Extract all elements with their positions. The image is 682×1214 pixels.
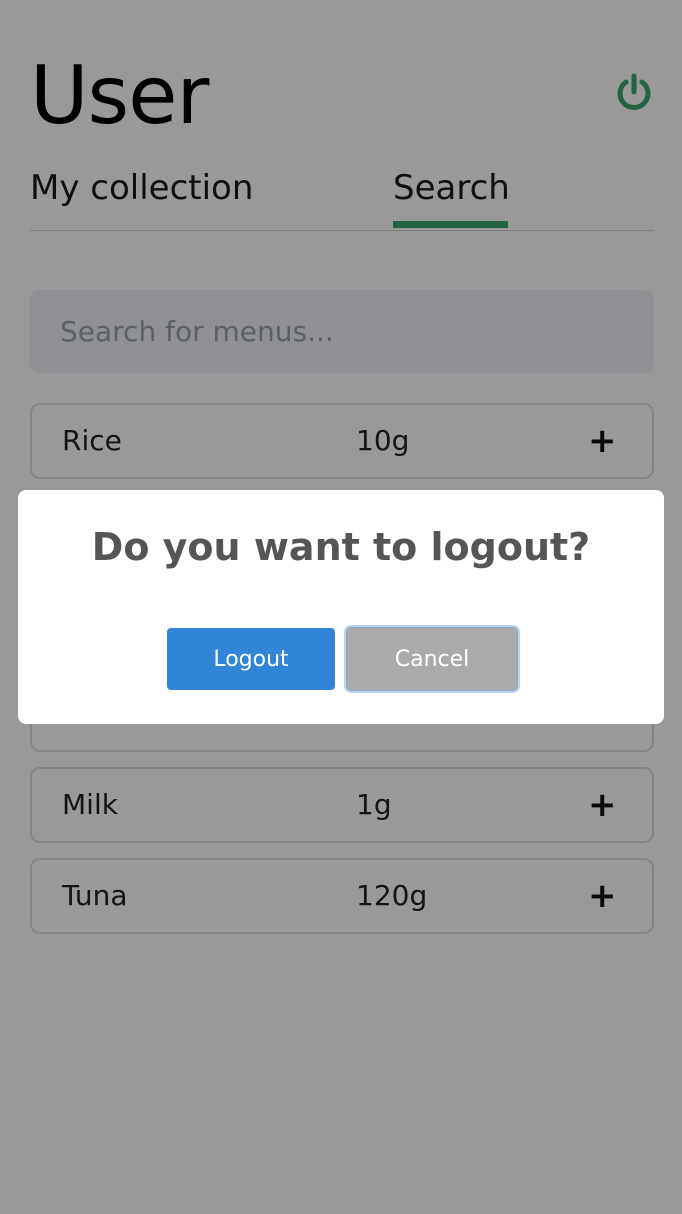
cancel-button[interactable]: Cancel — [346, 627, 518, 691]
dialog-title: Do you want to logout? — [91, 525, 591, 569]
logout-button[interactable]: Logout — [167, 628, 335, 690]
logout-dialog: Do you want to logout? Logout Cancel — [18, 490, 664, 724]
